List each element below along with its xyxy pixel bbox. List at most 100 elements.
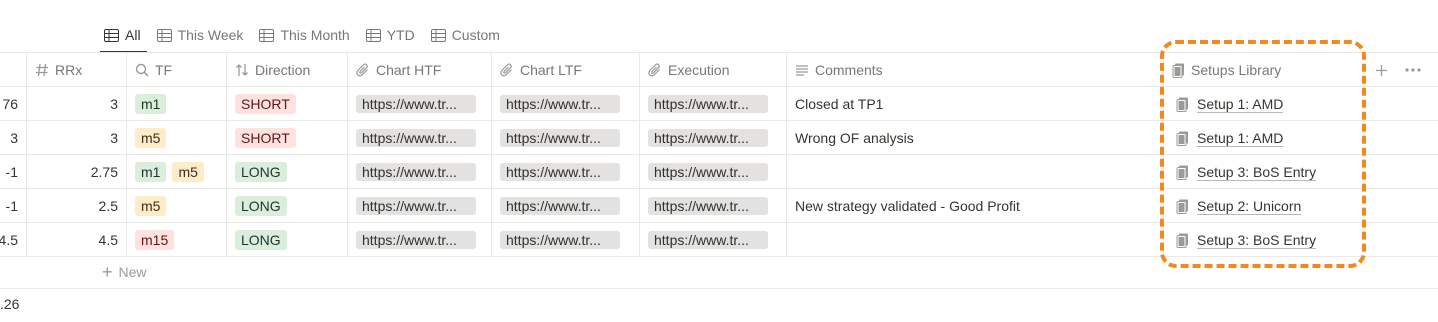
direction-cell[interactable]: LONG — [227, 223, 348, 257]
table-row[interactable]: 76 3 m1 SHORT https://www.tr... https://… — [0, 87, 1438, 121]
execution-cell[interactable]: https://www.tr... — [640, 189, 787, 223]
comments-cell[interactable]: Closed at TP1 — [787, 87, 1164, 121]
rrx-cell[interactable]: 3 — [27, 87, 127, 121]
direction-tag: SHORT — [235, 94, 296, 114]
header-setups-library[interactable]: Setups Library — [1164, 53, 1364, 87]
text-lines-icon — [796, 65, 808, 76]
link-chip[interactable]: https://www.tr... — [648, 95, 768, 113]
chart-ltf-cell[interactable]: https://www.tr... — [492, 87, 640, 121]
prev-cell[interactable]: 4.5 — [0, 223, 27, 257]
prev-cell[interactable]: -1 — [0, 155, 27, 189]
chart-ltf-cell[interactable]: https://www.tr... — [492, 121, 640, 155]
header-rrx[interactable]: RRx — [27, 53, 127, 87]
chart-htf-cell[interactable]: https://www.tr... — [348, 189, 492, 223]
add-column-button[interactable] — [1375, 53, 1388, 87]
setup-cell[interactable]: Setup 1: AMD — [1164, 121, 1364, 155]
setup-link[interactable]: Setup 1: AMD — [1197, 96, 1284, 113]
setup-cell[interactable]: Setup 3: BoS Entry — [1164, 223, 1364, 257]
tab-custom[interactable]: Custom — [423, 18, 508, 52]
rrx-cell[interactable]: 3 — [27, 121, 127, 155]
header-comments[interactable]: Comments — [787, 53, 1164, 87]
link-chip[interactable]: https://www.tr... — [648, 197, 768, 215]
tab-this-month[interactable]: This Month — [251, 18, 357, 52]
chart-htf-cell[interactable]: https://www.tr... — [348, 121, 492, 155]
setup-cell[interactable]: Setup 3: BoS Entry — [1164, 155, 1364, 189]
chart-htf-cell[interactable]: https://www.tr... — [348, 87, 492, 121]
tab-ytd[interactable]: YTD — [358, 18, 423, 52]
link-chip[interactable]: https://www.tr... — [356, 95, 476, 113]
table-row[interactable]: 3 3 m5 SHORT https://www.tr... https://w… — [0, 121, 1438, 155]
setup-link[interactable]: Setup 3: BoS Entry — [1197, 164, 1317, 181]
link-chip[interactable]: https://www.tr... — [500, 95, 620, 113]
header-chart-htf[interactable]: Chart HTF — [348, 53, 492, 87]
prev-cell[interactable]: -1 — [0, 189, 27, 223]
chart-ltf-cell[interactable]: https://www.tr... — [492, 155, 640, 189]
page-icon — [1176, 165, 1188, 180]
header-direction[interactable]: Direction — [227, 53, 348, 87]
direction-cell[interactable]: LONG — [227, 155, 348, 189]
table-row[interactable]: 4.5 4.5 m15 LONG https://www.tr... https… — [0, 223, 1438, 257]
setup-link[interactable]: Setup 3: BoS Entry — [1197, 232, 1317, 249]
tab-this-week[interactable]: This Week — [149, 18, 252, 52]
execution-cell[interactable]: https://www.tr... — [640, 155, 787, 189]
prev-cell[interactable]: 3 — [0, 121, 27, 155]
direction-cell[interactable]: SHORT — [227, 121, 348, 155]
header-tf[interactable]: TF — [127, 53, 227, 87]
tab-all[interactable]: All — [96, 18, 149, 53]
link-chip[interactable]: https://www.tr... — [356, 231, 476, 249]
comments-cell[interactable] — [787, 223, 1164, 257]
rrx-cell[interactable]: 4.5 — [27, 223, 127, 257]
comments-cell[interactable] — [787, 155, 1164, 189]
tab-label: All — [125, 27, 141, 43]
header-chart-ltf[interactable]: Chart LTF — [492, 53, 640, 87]
comments-cell[interactable]: Wrong OF analysis — [787, 121, 1164, 155]
link-chip[interactable]: https://www.tr... — [648, 129, 768, 147]
link-chip[interactable]: https://www.tr... — [648, 231, 768, 249]
paperclip-icon — [356, 63, 368, 77]
rrx-cell[interactable]: 2.5 — [27, 189, 127, 223]
execution-cell[interactable]: https://www.tr... — [640, 121, 787, 155]
prev-cell[interactable]: 76 — [0, 87, 27, 121]
tf-tag: m5 — [172, 162, 204, 182]
link-chip[interactable]: https://www.tr... — [500, 163, 620, 181]
comments-cell[interactable]: New strategy validated - Good Profit — [787, 189, 1164, 223]
tab-label: YTD — [386, 27, 415, 43]
page-icon — [1172, 63, 1184, 78]
tf-cell[interactable]: m15 — [127, 223, 227, 257]
header-prev-column[interactable] — [0, 53, 27, 87]
setup-cell[interactable]: Setup 2: Unicorn — [1164, 189, 1364, 223]
chart-ltf-cell[interactable]: https://www.tr... — [492, 223, 640, 257]
tf-cell[interactable]: m1 m5 — [127, 155, 227, 189]
link-chip[interactable]: https://www.tr... — [356, 129, 476, 147]
tf-cell[interactable]: m1 — [127, 87, 227, 121]
rrx-cell[interactable]: 2.75 — [27, 155, 127, 189]
link-chip[interactable]: https://www.tr... — [648, 163, 768, 181]
setup-cell[interactable]: Setup 1: AMD — [1164, 87, 1364, 121]
direction-cell[interactable]: LONG — [227, 189, 348, 223]
chart-htf-cell[interactable]: https://www.tr... — [348, 223, 492, 257]
setup-link[interactable]: Setup 1: AMD — [1197, 130, 1284, 147]
direction-cell[interactable]: SHORT — [227, 87, 348, 121]
setup-link[interactable]: Setup 2: Unicorn — [1197, 198, 1302, 215]
chart-htf-cell[interactable]: https://www.tr... — [348, 155, 492, 189]
link-chip[interactable]: https://www.tr... — [500, 197, 620, 215]
tf-cell[interactable]: m5 — [127, 189, 227, 223]
tf-tag: m1 — [135, 94, 167, 114]
link-chip[interactable]: https://www.tr... — [356, 197, 476, 215]
table-row[interactable]: -1 2.75 m1 m5 LONG https://www.tr... htt… — [0, 155, 1438, 189]
execution-cell[interactable]: https://www.tr... — [640, 223, 787, 257]
table-icon — [259, 28, 275, 42]
link-chip[interactable]: https://www.tr... — [500, 129, 620, 147]
header-execution[interactable]: Execution — [640, 53, 787, 87]
link-chip[interactable]: https://www.tr... — [356, 163, 476, 181]
page-icon — [1176, 233, 1188, 248]
execution-cell[interactable]: https://www.tr... — [640, 87, 787, 121]
link-chip[interactable]: https://www.tr... — [500, 231, 620, 249]
table-row[interactable]: -1 2.5 m5 LONG https://www.tr... https:/… — [0, 189, 1438, 223]
tf-cell[interactable]: m5 — [127, 121, 227, 155]
hash-icon — [36, 63, 48, 77]
new-row-button[interactable]: + New — [102, 263, 147, 281]
table-icon — [104, 28, 119, 42]
more-options-button[interactable] — [1405, 53, 1421, 87]
chart-ltf-cell[interactable]: https://www.tr... — [492, 189, 640, 223]
